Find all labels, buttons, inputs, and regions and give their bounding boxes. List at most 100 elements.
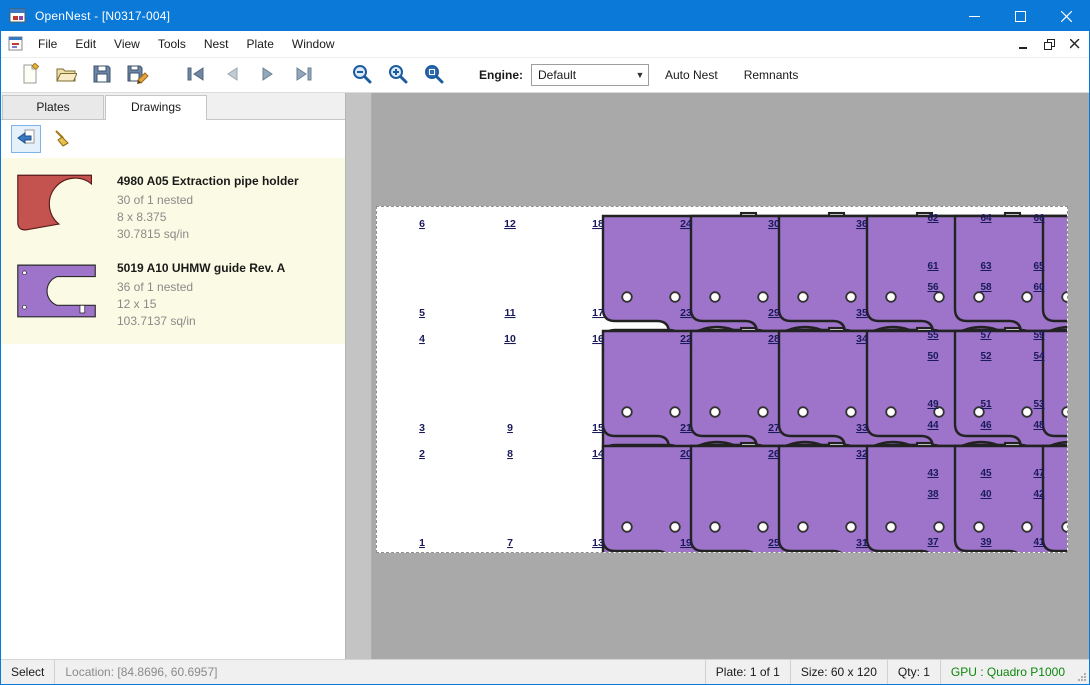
part-number-label: 51 [980, 399, 992, 410]
save-icon [91, 63, 113, 88]
zoom-in-icon [387, 63, 409, 88]
app-window: OpenNest - [N0317-004] File Edit View To… [0, 0, 1090, 685]
part-number-label: 13 [592, 537, 604, 549]
import-arrow-icon [16, 129, 36, 150]
previous-plate-button[interactable] [217, 61, 247, 89]
close-button[interactable] [1043, 1, 1089, 31]
drawing-list-item[interactable]: 4980 A05 Extraction pipe holder 30 of 1 … [1, 162, 345, 249]
zoom-out-button[interactable] [347, 61, 377, 89]
drawing-name: 5019 A10 UHMW guide Rev. A [117, 257, 285, 275]
part-number-label: 56 [927, 282, 939, 293]
part-number-label: 44 [927, 420, 939, 431]
drawings-list: 4980 A05 Extraction pipe holder 30 of 1 … [1, 158, 345, 659]
zoom-fit-button[interactable] [419, 61, 449, 89]
last-plate-button[interactable] [289, 61, 319, 89]
resize-grip[interactable] [1075, 660, 1089, 684]
title-bar: OpenNest - [N0317-004] [1, 1, 1089, 31]
remnants-button[interactable]: Remnants [734, 62, 809, 88]
menu-nest[interactable]: Nest [195, 32, 238, 56]
import-drawing-button[interactable] [11, 125, 41, 153]
drawing-list-item[interactable]: 5019 A10 UHMW guide Rev. A 36 of 1 neste… [1, 249, 345, 336]
part-number-label: 65 [1033, 261, 1045, 272]
drawing-area: 30.7815 sq/in [117, 226, 299, 243]
left-panel: Plates Drawings 49 [1, 93, 346, 659]
next-arrow-icon [258, 66, 278, 85]
canvas-margin [346, 93, 372, 659]
part-number-label: 41 [1033, 537, 1045, 548]
part-number-label: 32 [856, 448, 868, 460]
part-number-label: 59 [1033, 330, 1045, 341]
part-number-label: 31 [856, 537, 868, 549]
drawing-thumbnail-red [13, 170, 101, 243]
auto-nest-button[interactable]: Auto Nest [655, 62, 728, 88]
cursor-location: Location: [84.8696, 60.6957] [55, 660, 227, 684]
last-arrow-icon [294, 66, 314, 85]
mdi-minimize-button[interactable] [1011, 34, 1035, 54]
part-number-label: 12 [504, 218, 516, 230]
part-number-label: 38 [927, 489, 939, 500]
part-number-label: 27 [768, 422, 780, 434]
mdi-restore-button[interactable] [1037, 34, 1061, 54]
first-plate-button[interactable] [181, 61, 211, 89]
part-number-label: 53 [1033, 399, 1045, 410]
part-number-label: 57 [980, 330, 992, 341]
part-number-label: 54 [1033, 351, 1045, 362]
nested-part-pair[interactable] [1043, 443, 1067, 552]
part-number-label: 61 [927, 261, 939, 272]
menu-bar: File Edit View Tools Nest Plate Window [1, 31, 1089, 58]
nest-canvas[interactable]: 6512111817242330293635431091615222128273… [346, 93, 1089, 659]
part-number-label: 10 [504, 333, 516, 345]
zoom-in-button[interactable] [383, 61, 413, 89]
part-number-label: 25 [768, 537, 780, 549]
save-as-button[interactable] [123, 61, 153, 89]
broom-icon [52, 128, 72, 151]
part-number-label: 11 [504, 307, 515, 319]
drawing-name: 4980 A05 Extraction pipe holder [117, 170, 299, 188]
drawing-nested-count: 36 of 1 nested [117, 279, 285, 296]
open-folder-icon [55, 63, 77, 88]
status-bar: Select Location: [84.8696, 60.6957] Plat… [1, 659, 1089, 684]
maximize-button[interactable] [997, 1, 1043, 31]
engine-label: Engine: [479, 68, 523, 82]
window-title: OpenNest - [N0317-004] [35, 9, 170, 23]
part-number-label: 43 [927, 468, 939, 479]
part-number-label: 39 [980, 537, 992, 548]
drawing-thumbnail-purple [13, 257, 101, 330]
save-button[interactable] [87, 61, 117, 89]
part-number-label: 14 [592, 448, 604, 460]
previous-arrow-icon [222, 66, 242, 85]
part-number-label: 55 [927, 330, 939, 341]
menu-edit[interactable]: Edit [66, 32, 105, 56]
menu-tools[interactable]: Tools [149, 32, 195, 56]
part-number-label: 60 [1033, 282, 1045, 293]
mdi-close-button[interactable] [1063, 34, 1087, 54]
part-number-label: 42 [1033, 489, 1045, 500]
minimize-button[interactable] [951, 1, 997, 31]
engine-select[interactable]: Default ▼ [531, 64, 649, 86]
part-number-label: 16 [592, 333, 604, 345]
part-number-label: 37 [927, 537, 939, 548]
main-toolbar: Engine: Default ▼ Auto Nest Remnants [1, 58, 1089, 93]
chevron-down-icon: ▼ [632, 70, 648, 80]
first-arrow-icon [186, 66, 206, 85]
nest-plate[interactable]: 6512111817242330293635431091615222128273… [376, 206, 1068, 553]
zoom-fit-icon [423, 63, 445, 88]
tab-plates[interactable]: Plates [2, 95, 104, 119]
part-number-label: 6 [419, 218, 425, 230]
part-number-label: 48 [1033, 420, 1045, 431]
mdi-child-icon [8, 36, 24, 52]
menu-window[interactable]: Window [283, 32, 344, 56]
part-number-label: 3 [419, 422, 425, 434]
clear-drawings-button[interactable] [47, 125, 77, 153]
part-number-label: 30 [768, 218, 780, 230]
part-number-label: 23 [680, 307, 692, 319]
next-plate-button[interactable] [253, 61, 283, 89]
part-number-label: 35 [856, 307, 868, 319]
tab-drawings[interactable]: Drawings [105, 95, 207, 120]
menu-view[interactable]: View [105, 32, 149, 56]
menu-file[interactable]: File [29, 32, 66, 56]
menu-plate[interactable]: Plate [238, 32, 283, 56]
new-file-button[interactable] [15, 61, 45, 89]
part-number-label: 2 [419, 448, 425, 460]
open-file-button[interactable] [51, 61, 81, 89]
